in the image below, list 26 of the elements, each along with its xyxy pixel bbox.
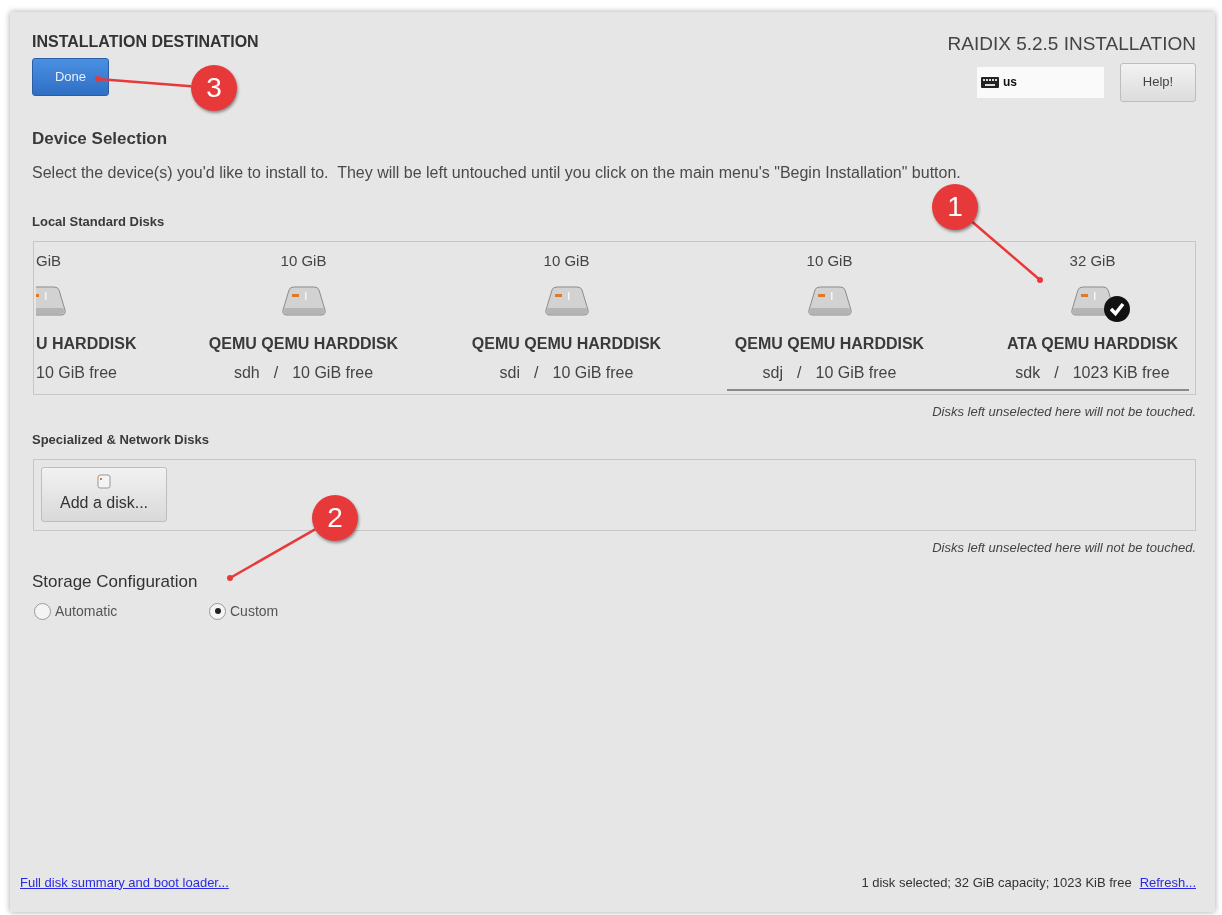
keyboard-icon (981, 75, 999, 89)
disk-item[interactable]: GiB U HARDDISK 10 GiB free (34, 241, 172, 394)
instruction-text: Select the device(s) you'd like to install to. They will be left untouched until you click on the main menu's "Begin Installation" button. (32, 163, 962, 183)
disk-item[interactable]: 32 GiB ATA QEMU HARDDISK sdk / 1023 KiB free (961, 241, 1195, 394)
hint-text: Disks left unselected here will not be touched. (931, 538, 1196, 557)
section-heading: Specialized & Network Disks (32, 431, 210, 449)
refresh-link[interactable]: Refresh... (1139, 872, 1196, 892)
scrollbar[interactable] (727, 388, 1189, 391)
help-button[interactable]: Help! (1120, 62, 1196, 102)
page-title: INSTALLATION DESTINATION (32, 32, 259, 52)
summary-link[interactable]: Full disk summary and boot loader... (20, 872, 229, 892)
disk-item[interactable]: 10 GiB QEMU QEMU HARDDISK sdj / 10 GiB free (698, 241, 961, 394)
product-title: RAIDIX 5.2.5 INSTALLATION (947, 32, 1196, 56)
radio-option[interactable]: Automatic (34, 600, 209, 622)
section-heading: Local Standard Disks (32, 213, 166, 231)
add-disk-button[interactable]: Add a disk... (41, 466, 167, 522)
section-heading: Device Selection (32, 127, 169, 150)
disk-item[interactable]: 10 GiB QEMU QEMU HARDDISK sdh / 10 GiB free (172, 241, 435, 394)
status-text: 1 disk selected; 32 GiB capacity; 1023 KiB free (861, 873, 1132, 892)
section-heading: Storage Configuration (32, 571, 199, 593)
done-button[interactable]: Done (32, 58, 109, 96)
radio-option[interactable]: Custom (209, 600, 384, 622)
keyboard-layout-field[interactable]: us (977, 66, 1104, 98)
leader-line (971, 221, 1043, 283)
hint-text: Disks left unselected here will not be touched. (931, 402, 1196, 421)
disk-item[interactable]: 10 GiB QEMU QEMU HARDDISK sdi / 10 GiB free (435, 241, 698, 394)
